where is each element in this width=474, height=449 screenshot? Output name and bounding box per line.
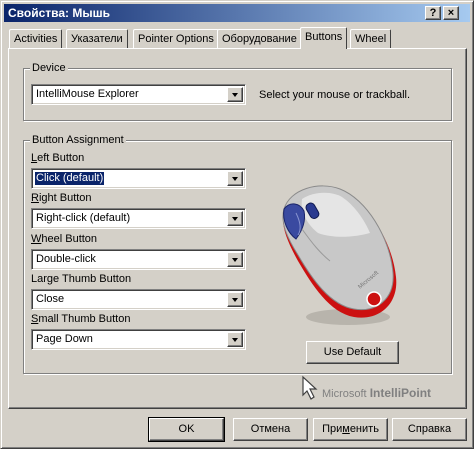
device-select[interactable]: IntelliMouse Explorer: [31, 84, 246, 105]
use-default-button[interactable]: Use Default: [306, 341, 399, 364]
cancel-button[interactable]: Отмена: [233, 418, 308, 441]
button-assignment-group: Button Assignment Left Button Click (def…: [23, 133, 452, 374]
help-button[interactable]: Справка: [392, 418, 467, 441]
mouse-logo-mark: [366, 291, 382, 307]
tab-activities[interactable]: Activities: [9, 29, 63, 48]
right-button-select-value: Right-click (default): [36, 212, 131, 224]
device-group: Device IntelliMouse Explorer Select your…: [23, 61, 452, 121]
large-thumb-button-select-value: Close: [36, 293, 65, 305]
tab-hardware[interactable]: Оборудование: [217, 29, 302, 48]
right-button-label: Right Button: [31, 192, 92, 204]
right-button-select[interactable]: Right-click (default): [31, 208, 246, 229]
device-hint: Select your mouse or trackball.: [259, 89, 411, 101]
chevron-down-icon[interactable]: [227, 171, 243, 186]
wheel-button-select-value: Double-click: [36, 253, 96, 265]
ok-button[interactable]: OK: [148, 417, 225, 442]
button-assignment-legend: Button Assignment: [30, 133, 126, 147]
large-thumb-button-label: Large Thumb Button: [31, 273, 132, 285]
help-title-button[interactable]: ?: [425, 6, 441, 20]
chevron-down-icon[interactable]: [227, 87, 243, 102]
tab-pointers[interactable]: Указатели: [66, 29, 128, 48]
tab-buttons[interactable]: Buttons: [300, 27, 348, 49]
chevron-down-icon[interactable]: [227, 252, 243, 267]
buttons-tab-panel: Device IntelliMouse Explorer Select your…: [8, 48, 467, 409]
apply-button[interactable]: Применить: [313, 418, 388, 441]
small-thumb-button-select-value: Page Down: [36, 333, 93, 345]
small-thumb-button-select[interactable]: Page Down: [31, 329, 246, 350]
wheel-button-select[interactable]: Double-click: [31, 249, 246, 270]
intellipoint-brand: Microsoft IntelliPoint: [322, 386, 432, 401]
window-title: Свойства: Мышь: [8, 6, 110, 20]
tab-pointer-options[interactable]: Pointer Options: [133, 29, 219, 48]
left-button-select-value: Click (default): [33, 171, 106, 186]
large-thumb-button-select[interactable]: Close: [31, 289, 246, 310]
chevron-down-icon[interactable]: [227, 332, 243, 347]
mouse-image: Microsoft: [282, 185, 397, 325]
wheel-button-label: Wheel Button: [31, 233, 98, 245]
small-thumb-button-label: Small Thumb Button: [31, 313, 131, 325]
left-button-label: Left Button: [31, 152, 85, 164]
chevron-down-icon[interactable]: [227, 292, 243, 307]
close-title-button[interactable]: ×: [443, 6, 459, 20]
title-bar: Свойства: Мышь ? ×: [4, 4, 470, 22]
device-legend: Device: [30, 61, 68, 75]
device-select-value: IntelliMouse Explorer: [36, 88, 139, 100]
mouse-properties-dialog: Свойства: Мышь ? × Activities Указатели …: [0, 0, 474, 449]
left-button-select[interactable]: Click (default): [31, 168, 246, 189]
chevron-down-icon[interactable]: [227, 211, 243, 226]
tab-wheel[interactable]: Wheel: [350, 29, 392, 48]
pointer-arrow-icon: [302, 375, 318, 400]
